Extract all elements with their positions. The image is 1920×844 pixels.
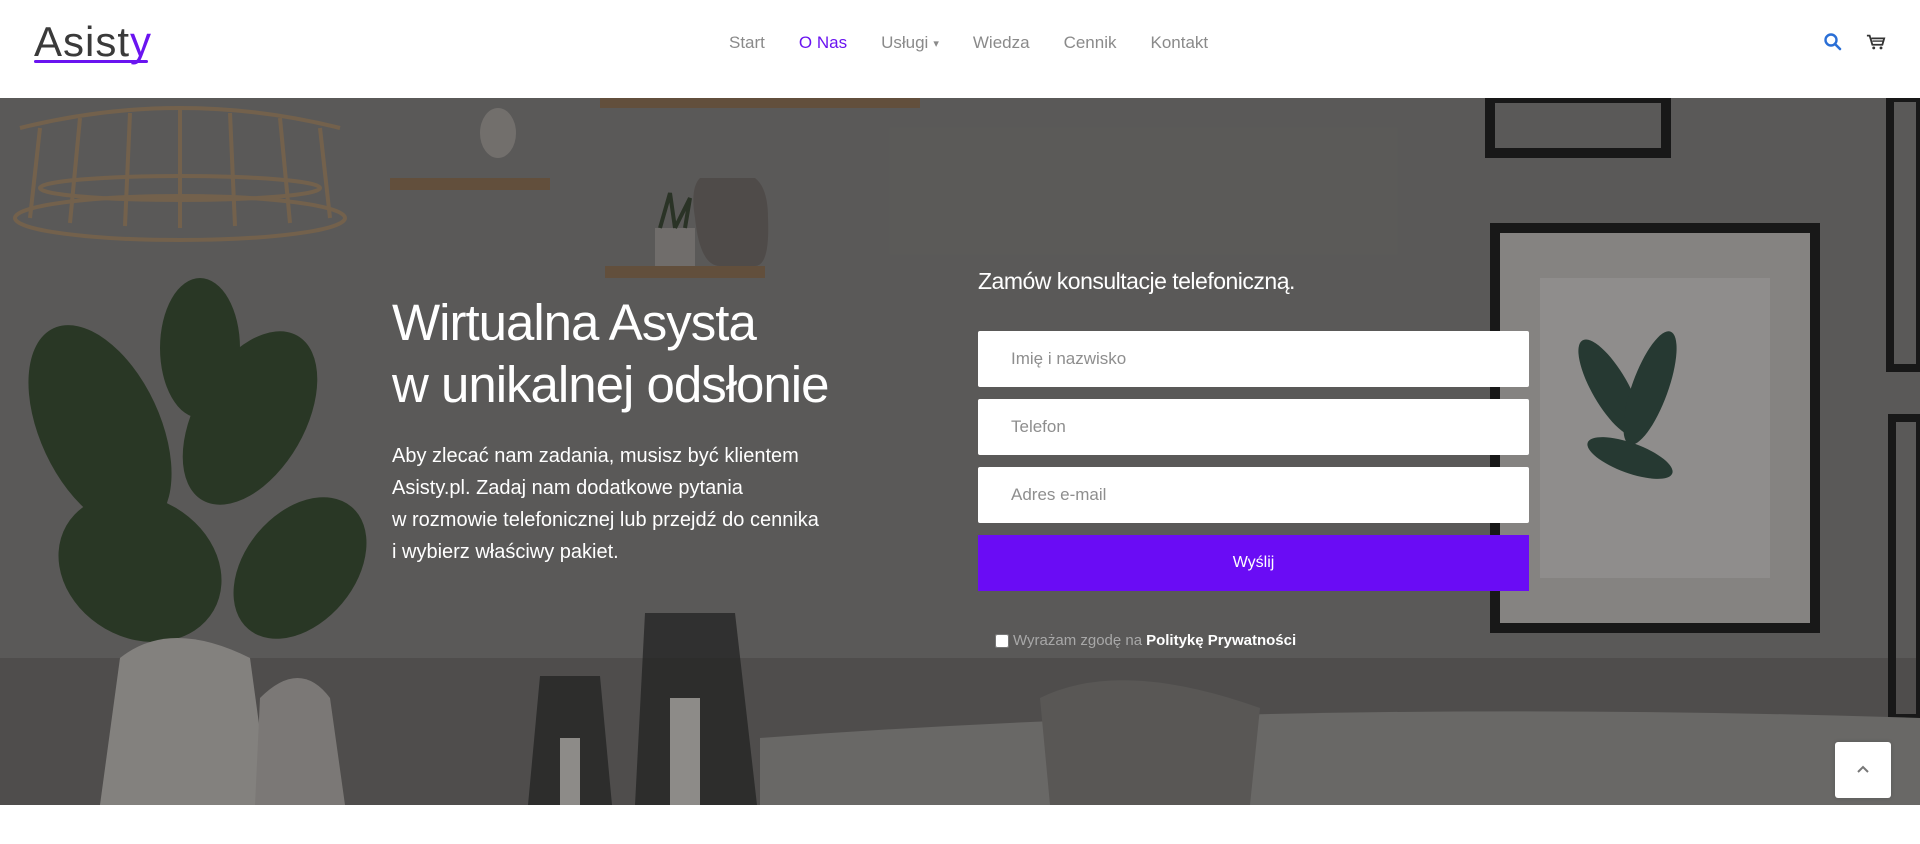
logo-underline xyxy=(34,60,148,63)
logo-text-accent: y xyxy=(130,18,153,65)
hero-section: Wirtualna Asysta w unikalnej odsłonie Ab… xyxy=(0,98,1920,805)
privacy-policy-link[interactable]: Politykę Prywatności xyxy=(1146,632,1296,649)
nav-item-uslugi-label: Usługi xyxy=(881,33,929,52)
hero-description-line3: w rozmowie telefonicznej lub przejdź do … xyxy=(392,509,819,531)
search-icon[interactable] xyxy=(1823,32,1843,52)
hero-headline: Wirtualna Asysta w unikalnej odsłonie xyxy=(392,292,829,416)
hero-description-line2: Asisty.pl. Zadaj nam dodatkowe pytania xyxy=(392,477,743,499)
form-title: Zamów konsultacje telefoniczną. xyxy=(978,268,1295,294)
nav-item-uslugi[interactable]: Usługi ▾ xyxy=(881,33,939,53)
chevron-down-icon: ▾ xyxy=(933,38,939,51)
cart-icon[interactable] xyxy=(1866,32,1886,52)
hero-headline-line1: Wirtualna Asysta xyxy=(392,294,757,351)
consent-text: Wyrażam zgodę na xyxy=(1013,632,1143,649)
nav-item-kontakt[interactable]: Kontakt xyxy=(1150,33,1208,53)
email-field[interactable] xyxy=(978,467,1529,523)
consent-row: Wyrażam zgodę na Politykę Prywatności xyxy=(995,632,1296,649)
consent-checkbox[interactable] xyxy=(995,633,1009,648)
logo-text-main: Asist xyxy=(34,18,131,65)
main-nav: Start O Nas Usługi ▾ Wiedza Cennik Kontak… xyxy=(729,33,1242,53)
nav-item-cennik[interactable]: Cennik xyxy=(1064,33,1117,53)
phone-field[interactable] xyxy=(978,399,1529,455)
chevron-up-icon xyxy=(1857,765,1869,773)
hero-overlay xyxy=(0,98,1920,805)
hero-description-line4: i wybierz właściwy pakiet. xyxy=(392,541,619,563)
name-field[interactable] xyxy=(978,331,1529,387)
nav-item-o-nas[interactable]: O Nas xyxy=(799,33,847,53)
hero-description-line1: Aby zlecać nam zadania, musisz być klien… xyxy=(392,445,799,467)
nav-item-wiedza[interactable]: Wiedza xyxy=(973,33,1030,53)
site-header: Asisty Start O Nas Usługi ▾ Wiedza Cennik… xyxy=(0,0,1920,98)
hero-description: Aby zlecać nam zadania, musisz być klien… xyxy=(392,440,832,568)
logo[interactable]: Asisty xyxy=(34,18,152,66)
back-to-top-button[interactable] xyxy=(1835,742,1891,798)
nav-item-start[interactable]: Start xyxy=(729,33,765,53)
hero-headline-line2: w unikalnej odsłonie xyxy=(392,356,829,413)
submit-button[interactable]: Wyślij xyxy=(978,535,1529,591)
